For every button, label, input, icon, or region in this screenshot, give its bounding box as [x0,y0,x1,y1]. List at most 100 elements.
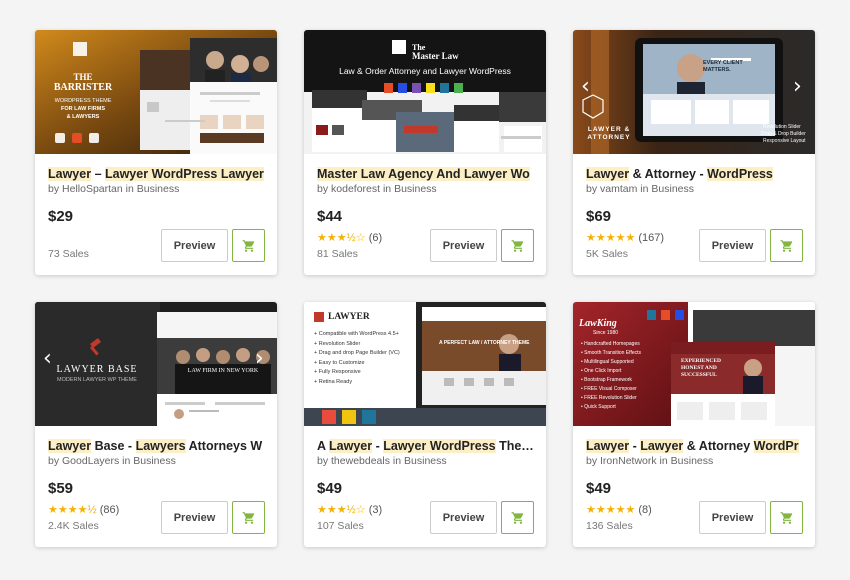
thumb-tagline: A PERFECT LAW / ATTORNEY THEME [439,340,530,346]
by-label: by [586,183,598,195]
title-part: Lawyer [329,439,373,453]
shopping-cart-icon [242,511,254,524]
product-card[interactable]: ‹ › LAWYER BASE MODERN LAWYER WP THEME L… [35,302,277,547]
feature-item: • Smooth Transition Effects [581,350,642,356]
star-rating-icon: ★★★½☆ [317,504,366,516]
preview-button[interactable]: Preview [699,229,766,262]
thumb-brand-2: ATTORNEY [587,134,631,141]
product-thumbnail[interactable]: ‹ › LAWYER & ATTORNEY EVERY CLIENT MATTE… [573,30,815,154]
thumb-tagline: Law & Order Attorney and Lawyer WordPres… [339,66,511,76]
shopping-cart-icon [242,239,254,252]
category-link[interactable]: Business [137,183,180,195]
shopping-cart-icon [511,511,523,524]
author-link[interactable]: kodeforest [331,183,380,195]
product-card[interactable]: The Master Law Law & Order Attorney and … [304,30,546,275]
add-to-cart-button[interactable] [770,501,803,534]
thumb-brand: LAWYER & [587,126,631,133]
in-label: in [125,183,134,195]
add-to-cart-button[interactable] [501,229,534,262]
product-card[interactable]: LAWYER + Compatible with WordPress 4.5+ … [304,302,546,547]
chevron-right-icon[interactable]: › [793,74,802,99]
feature-item: • FREE Visual Composer [581,386,637,392]
preview-button[interactable]: Preview [430,229,497,262]
product-thumbnail[interactable]: THE BARRISTER WORDPRESS THEME FOR LAW FI… [35,30,277,154]
thumb-brand: LawKing [579,318,617,329]
product-rating: ★★★★★ (167) [586,231,664,244]
thumb-brand: LAWYER [328,312,370,322]
product-card[interactable]: ‹ › LAWYER & ATTORNEY EVERY CLIENT MATTE… [573,30,815,275]
by-label: by [317,183,329,195]
category-link[interactable]: Business [651,183,694,195]
thumb-tagline: MATTERS. [703,67,731,73]
author-link[interactable]: vamtam [600,183,637,195]
title-part: A [317,439,330,453]
chevron-left-icon[interactable]: ‹ [581,74,590,99]
add-to-cart-button[interactable] [501,501,534,534]
product-rating: ★★★★★ (8) [586,503,652,516]
in-label: in [382,183,392,195]
feature-item: + Compatible with WordPress 4.5+ [314,331,399,337]
add-to-cart-button[interactable] [232,229,265,262]
feature-item: • FREE Revolution Slider [581,395,637,401]
preview-button[interactable]: Preview [161,229,228,262]
title-part: WordPress [707,167,773,181]
product-byline: by IronNetwork in Business [586,455,713,467]
feature-item: • Quick Support [581,404,616,410]
product-card[interactable]: LawKing Since 1980 • Handcrafted Homepag… [573,302,815,547]
title-part: Lawyer [105,167,149,181]
product-title[interactable]: Lawyer Base - Lawyers Attorneys W [48,439,270,453]
product-title[interactable]: Lawyer – Lawyer WordPress Lawyer [48,167,270,181]
title-part: Lawyer [586,167,630,181]
product-rating: ★★★★½ (86) [48,503,119,516]
by-label: by [48,455,60,467]
title-part: Base - [91,439,136,453]
in-label: in [659,455,668,467]
rating-count: (3) [368,504,383,516]
title-part: - [372,439,384,453]
preview-button[interactable]: Preview [430,501,497,534]
rating-count: (6) [368,232,383,244]
feature-item: + Drag and drop Page Builder (VC) [314,350,400,356]
product-byline: by thewebdeals in Business [317,455,447,467]
category-link[interactable]: Business [394,183,437,195]
author-link[interactable]: thewebdeals [331,455,390,467]
shopping-cart-icon [511,239,523,252]
product-price: $59 [48,480,74,497]
title-part: Lawyer [640,439,684,453]
thumb-tagline: HONEST AND [681,365,717,371]
thumb-tagline: & LAWYERS [66,114,100,120]
sales-count: 5K Sales [586,248,629,260]
in-label: in [640,183,649,195]
product-thumbnail[interactable]: LAWYER + Compatible with WordPress 4.5+ … [304,302,546,426]
thumb-tagline: EXPERIENCED [681,358,722,364]
title-part: Lawyers [135,439,186,453]
author-link[interactable]: IronNetwork [600,455,657,467]
star-rating-icon: ★★★★½ [48,504,97,516]
product-byline: by HelloSpartan in Business [48,183,179,195]
rating-count: (167) [638,232,665,244]
product-thumbnail[interactable]: LawKing Since 1980 • Handcrafted Homepag… [573,302,815,426]
thumb-tagline: SUCCESSFUL [681,372,717,378]
product-title[interactable]: A Lawyer - Lawyer WordPress Theme [317,439,539,453]
category-link[interactable]: Business [671,455,714,467]
product-thumbnail[interactable]: ‹ › LAWYER BASE MODERN LAWYER WP THEME L… [35,302,277,426]
title-part: – [91,167,105,181]
by-label: by [48,183,60,195]
category-link[interactable]: Business [133,455,176,467]
product-rating: ★★★½☆ (6) [317,231,382,244]
category-link[interactable]: Business [404,455,447,467]
author-link[interactable]: GoodLayers [62,455,119,467]
author-link[interactable]: HelloSpartan [62,183,123,195]
preview-button[interactable]: Preview [699,501,766,534]
product-thumbnail[interactable]: The Master Law Law & Order Attorney and … [304,30,546,154]
add-to-cart-button[interactable] [232,501,265,534]
product-title[interactable]: Master Law Agency And Lawyer Wo [317,167,539,181]
preview-button[interactable]: Preview [161,501,228,534]
add-to-cart-button[interactable] [770,229,803,262]
thumb-tagline: Responsive Layout [763,138,806,144]
product-title[interactable]: Lawyer - Lawyer & Attorney WordPr [586,439,808,453]
feature-item: • Handcrafted Homepages [581,341,640,347]
product-card[interactable]: THE BARRISTER WORDPRESS THEME FOR LAW FI… [35,30,277,275]
product-title[interactable]: Lawyer & Attorney - WordPress [586,167,808,181]
title-part: - [629,439,641,453]
